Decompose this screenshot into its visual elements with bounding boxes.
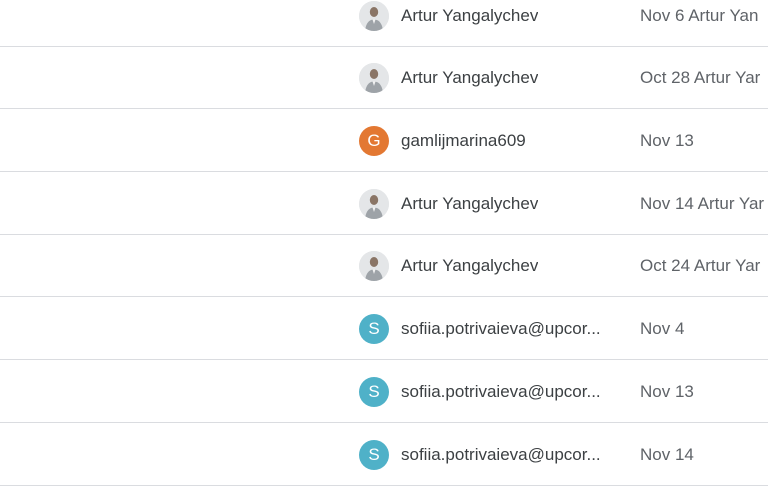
last-modified: Nov 14 xyxy=(640,444,694,464)
file-list: Artur Yangalychev Nov 6 Artur Yan Artur … xyxy=(0,0,768,501)
owner-avatar-photo xyxy=(359,0,389,31)
owner-avatar-letter: S xyxy=(359,439,389,470)
file-row[interactable]: Artur Yangalychev Nov 6 Artur Yan xyxy=(0,0,768,47)
last-modified: Nov 6 Artur Yan xyxy=(640,5,759,25)
file-row[interactable]: G gamlijmarina609 Nov 13 xyxy=(0,110,768,172)
avatar-letter: S xyxy=(368,444,380,464)
last-modified: Nov 13 xyxy=(640,130,694,150)
owner-avatar-letter: S xyxy=(359,376,389,407)
avatar-letter: G xyxy=(367,130,381,150)
owner-avatar-photo xyxy=(359,62,389,93)
owner-name: gamlijmarina609 xyxy=(401,130,526,150)
owner-name: sofiia.potrivaieva@upcor... xyxy=(401,381,601,401)
owner-name: Artur Yangalychev xyxy=(401,193,539,213)
last-modified: Oct 28 Artur Yar xyxy=(640,67,761,87)
last-modified: Nov 4 xyxy=(640,318,685,338)
file-row[interactable]: S sofiia.potrivaieva@upcor... Nov 13 xyxy=(0,361,768,423)
file-row[interactable]: S sofiia.potrivaieva@upcor... Nov 4 xyxy=(0,298,768,360)
owner-name: Artur Yangalychev xyxy=(401,67,539,87)
owner-name: Artur Yangalychev xyxy=(401,5,539,25)
file-row[interactable]: Artur Yangalychev Nov 14 Artur Yar xyxy=(0,173,768,235)
last-modified: Nov 13 xyxy=(640,381,694,401)
avatar-letter: S xyxy=(368,318,380,338)
last-modified: Nov 14 Artur Yar xyxy=(640,193,765,213)
last-modified: Oct 24 Artur Yar xyxy=(640,255,761,275)
file-row[interactable]: S sofiia.potrivaieva@upcor... Nov 14 xyxy=(0,424,768,486)
owner-avatar-letter: G xyxy=(359,125,389,156)
file-row[interactable]: Artur Yangalychev Oct 28 Artur Yar xyxy=(0,47,768,109)
owner-name: sofiia.potrivaieva@upcor... xyxy=(401,318,601,338)
owner-name: Artur Yangalychev xyxy=(401,255,539,275)
owner-avatar-photo xyxy=(359,250,389,281)
avatar-letter: S xyxy=(368,381,380,401)
owner-name: sofiia.potrivaieva@upcor... xyxy=(401,444,601,464)
owner-avatar-photo xyxy=(359,188,389,219)
file-row[interactable]: Artur Yangalychev Oct 24 Artur Yar xyxy=(0,235,768,297)
owner-avatar-letter: S xyxy=(359,313,389,344)
